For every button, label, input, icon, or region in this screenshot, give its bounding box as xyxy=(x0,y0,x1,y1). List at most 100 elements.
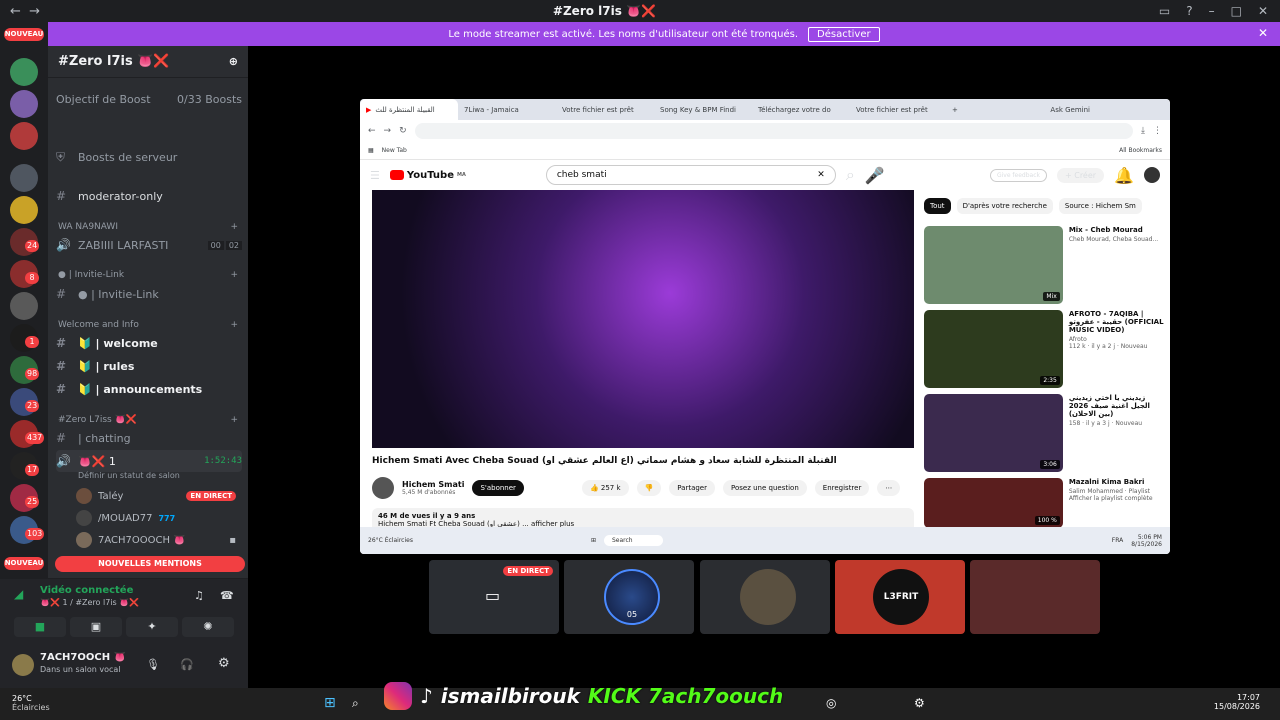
forward-icon[interactable]: → xyxy=(384,126,392,136)
server-icon[interactable] xyxy=(10,58,38,86)
windows-start-icon[interactable]: ⊞ xyxy=(591,537,596,544)
more-icon[interactable]: ⋯ xyxy=(877,480,901,496)
youtube-logo[interactable]: YouTube MA xyxy=(389,170,466,181)
minimize-icon[interactable]: – xyxy=(1209,4,1215,18)
voice-user[interactable]: /MOUAD77 777 xyxy=(76,510,175,526)
channel-avatar[interactable] xyxy=(372,477,394,499)
video-player[interactable] xyxy=(372,190,914,448)
mic-icon[interactable]: 🎤 xyxy=(865,166,885,185)
hamburger-icon[interactable]: ☰ xyxy=(370,169,380,182)
add-channel-icon[interactable]: + xyxy=(230,222,238,232)
camera-button[interactable]: ■ xyxy=(14,617,66,637)
new-tab-icon[interactable]: + xyxy=(952,106,958,114)
reload-icon[interactable]: ↻ xyxy=(399,126,407,136)
new-mentions-button[interactable]: NOUVELLES MENTIONS xyxy=(55,556,245,572)
effects-button[interactable]: ✺ xyxy=(182,617,234,637)
bookmark-new-tab[interactable]: New Tab xyxy=(382,147,407,154)
voice-user[interactable]: 7ACH7OOOCH 👅 ▪ xyxy=(76,532,236,548)
help-icon[interactable]: ? xyxy=(1186,4,1192,18)
disable-streamer-button[interactable]: Désactiver xyxy=(808,26,880,42)
subscribe-button[interactable]: S'abonner xyxy=(472,480,524,496)
channel-welcome[interactable]: # 🔰 | welcome xyxy=(56,332,242,354)
browser-tab[interactable]: Votre fichier est prêt xyxy=(850,99,948,120)
category-zero[interactable]: #Zero L7iss 👅❌ + xyxy=(58,415,238,425)
inbox-icon[interactable]: ▭ xyxy=(1159,4,1170,18)
dislike-button[interactable]: 👎 xyxy=(636,480,662,496)
add-channel-icon[interactable]: + xyxy=(230,270,238,280)
recommendation-item[interactable]: 3:06 زيديني يا اختي زيديني الجيل اغنية ص… xyxy=(924,394,1164,472)
headphones-icon[interactable]: 🎧 xyxy=(180,658,194,671)
create-button[interactable]: + Créer xyxy=(1056,167,1105,183)
boost-goal[interactable]: Objectif de Boost 0/33 Boosts xyxy=(56,88,242,110)
add-channel-icon[interactable]: + xyxy=(230,415,238,425)
close-notice-icon[interactable]: ✕ xyxy=(1258,26,1268,40)
category-wa-na9nawi[interactable]: WA NA9NAWI + xyxy=(58,222,238,232)
voice-user[interactable]: Taléy EN DIRECT xyxy=(76,488,236,504)
voice-channel-path[interactable]: 👅❌ 1 / #Zero l7is 👅❌ xyxy=(40,598,139,607)
back-arrow-icon[interactable]: ← → xyxy=(10,4,50,19)
avatar[interactable] xyxy=(12,654,34,676)
ask-button[interactable]: Posez une question xyxy=(723,480,807,496)
like-button[interactable]: 👍 257 k xyxy=(581,480,629,496)
server-icon[interactable] xyxy=(10,90,38,118)
screen-share-button[interactable]: ▣ xyxy=(70,617,122,637)
give-feedback-button[interactable]: Give feedback xyxy=(989,168,1047,182)
channel-moderator-only[interactable]: # moderator-only xyxy=(56,185,242,207)
server-icon[interactable] xyxy=(10,164,38,192)
channel-rules[interactable]: # 🔰 | rules xyxy=(56,355,242,377)
browser-tab[interactable]: 7Liwa - Jamaica xyxy=(458,99,556,120)
server-icon[interactable] xyxy=(10,196,38,224)
add-channel-icon[interactable]: + xyxy=(230,320,238,330)
shared-browser-window[interactable]: ▶ القبيلة المنتظرة للث 7Liwa - Jamaica Vo… xyxy=(360,99,1170,554)
browser-tab[interactable]: Song Key & BPM Findi xyxy=(654,99,752,120)
microphone-icon[interactable]: 🎙 xyxy=(146,658,160,671)
weather-widget[interactable]: 26°C Éclaircies xyxy=(12,694,50,712)
disconnect-icon[interactable]: ☎ xyxy=(220,589,234,602)
chip-all[interactable]: Tout xyxy=(924,198,951,214)
category-invitie[interactable]: ● | Invitie-Link + xyxy=(58,270,238,280)
settings-icon[interactable]: ⚙ xyxy=(218,656,230,671)
server-boosts-item[interactable]: ⛨ Boosts de serveur xyxy=(56,146,242,168)
recommendation-item[interactable]: Mix Mix - Cheb Mourad Cheb Mourad, Cheba … xyxy=(924,226,1164,304)
channel-chatting[interactable]: # | chatting xyxy=(56,427,242,449)
windows-start-icon[interactable]: ⊞ xyxy=(324,695,336,711)
browser-tab[interactable]: Téléchargez votre do xyxy=(752,99,850,120)
settings-icon[interactable]: ⚙ xyxy=(914,696,925,710)
browser-tab[interactable]: Votre fichier est prêt xyxy=(556,99,654,120)
save-button[interactable]: Enregistrer xyxy=(814,480,870,496)
system-clock[interactable]: 17:07 15/08/2026 xyxy=(1214,693,1260,711)
clear-search-icon[interactable]: ✕ xyxy=(817,170,825,180)
account-avatar[interactable] xyxy=(1144,167,1160,183)
channel-invitie-link[interactable]: # ● | Invitie-Link xyxy=(56,283,242,305)
user-name[interactable]: 7ACH7OOCH 👅 xyxy=(40,652,126,663)
category-welcome[interactable]: Welcome and Info + xyxy=(58,320,238,330)
set-channel-status[interactable]: Définir un statut de salon xyxy=(78,471,180,480)
inner-search[interactable]: Search xyxy=(603,535,663,546)
participant-tile[interactable] xyxy=(970,560,1100,634)
new-badge-bottom[interactable]: NOUVEAU xyxy=(4,557,44,570)
voice-channel-one[interactable]: 🔊 👅❌ 1 1:52:43 xyxy=(56,450,242,472)
chip-search[interactable]: D'après votre recherche xyxy=(956,198,1053,214)
search-icon[interactable]: ⌕ xyxy=(846,165,855,185)
participant-tile[interactable]: 05 xyxy=(564,560,694,634)
all-bookmarks[interactable]: All Bookmarks xyxy=(1119,147,1162,154)
participant-tile[interactable]: L3FRIT xyxy=(835,560,965,634)
chip-source[interactable]: Source : Hichem Sm xyxy=(1058,198,1142,214)
invite-people-icon[interactable]: ⊕ xyxy=(229,55,238,68)
new-badge-top[interactable]: NOUVEAU xyxy=(4,28,44,41)
participant-tile[interactable]: EN DIRECT ▭ xyxy=(429,560,559,634)
apps-icon[interactable]: ▦ xyxy=(368,147,374,154)
search-icon[interactable]: ⌕ xyxy=(352,696,359,711)
back-icon[interactable]: ← xyxy=(368,126,376,136)
signal-icon[interactable]: ◢ xyxy=(14,587,23,601)
recommendation-item[interactable]: 2:35 AFROTO - 7AQIBA | حقيبة - عفروتو (O… xyxy=(924,310,1164,388)
bell-icon[interactable]: 🔔 xyxy=(1114,166,1134,185)
voice-channel-zabi[interactable]: 🔊 ZABIIII LARFASTI 00 02 xyxy=(56,234,242,256)
server-header[interactable]: #Zero l7is 👅❌ ⊕ xyxy=(48,46,248,78)
browser-tab[interactable]: ▶ القبيلة المنتظرة للث xyxy=(360,99,458,120)
share-button[interactable]: Partager xyxy=(669,480,715,496)
search-input[interactable]: cheb smati ✕ xyxy=(545,165,836,185)
download-icon[interactable]: ⤓ xyxy=(1141,126,1145,136)
channel-name[interactable]: Hichem Smati xyxy=(402,480,464,489)
server-icon[interactable] xyxy=(10,292,38,320)
